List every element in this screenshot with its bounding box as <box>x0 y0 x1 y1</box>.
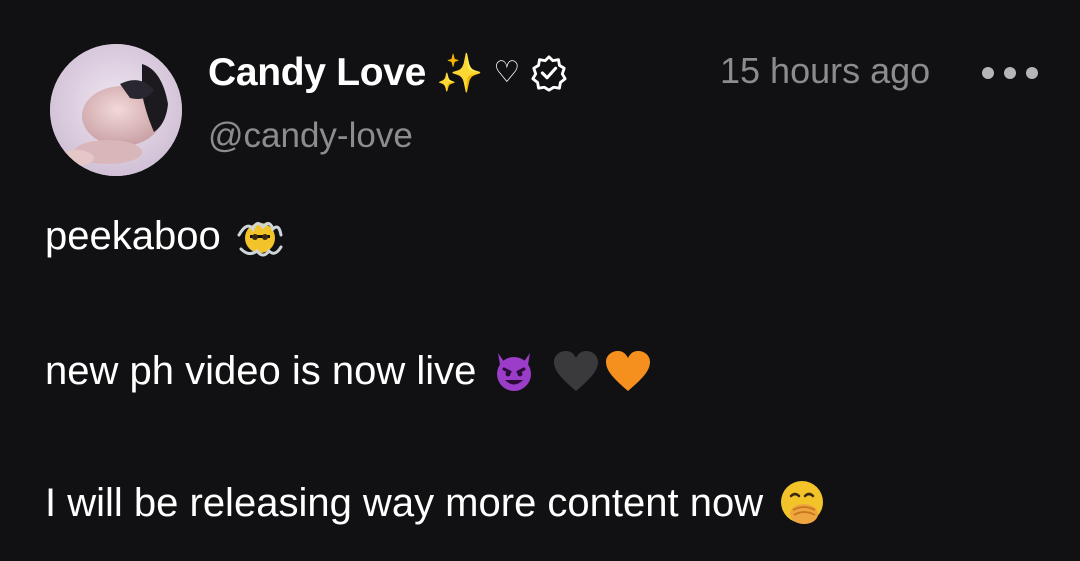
post-text: I will be releasing way more content now <box>45 480 764 525</box>
verified-badge-icon <box>531 55 567 92</box>
post-text: new ph video is now live <box>45 348 477 393</box>
more-options-button[interactable] <box>982 58 1038 88</box>
peeking-face-emoji-icon <box>237 221 283 256</box>
post-timestamp[interactable]: 15 hours ago <box>720 50 930 92</box>
more-dot-icon <box>1004 67 1016 79</box>
post-card: Candy Love ✨ ♡ @candy-love 15 hours ago … <box>0 0 1080 561</box>
black-heart-emoji-icon <box>554 351 599 391</box>
post-body-line: peekaboo <box>45 214 285 259</box>
post-text: peekaboo <box>45 214 221 258</box>
more-dot-icon <box>982 67 994 79</box>
sparkles-emoji: ✨ <box>436 51 484 95</box>
heart-outline-icon: ♡ <box>493 55 521 90</box>
author-display-name[interactable]: Candy Love <box>208 51 426 95</box>
orange-heart-emoji-icon <box>606 351 651 391</box>
more-dot-icon <box>1026 67 1038 79</box>
avatar-photo-icon <box>50 44 182 176</box>
author-name-row: Candy Love ✨ ♡ <box>208 48 568 98</box>
smiling-devil-emoji-icon <box>497 353 532 391</box>
avatar[interactable] <box>50 44 182 176</box>
post-body-line: new ph video is now live <box>45 347 652 395</box>
post-body-line: I will be releasing way more content now <box>45 478 827 528</box>
face-with-hand-over-mouth-emoji-icon <box>781 481 824 524</box>
author-handle[interactable]: @candy-love <box>208 116 413 156</box>
